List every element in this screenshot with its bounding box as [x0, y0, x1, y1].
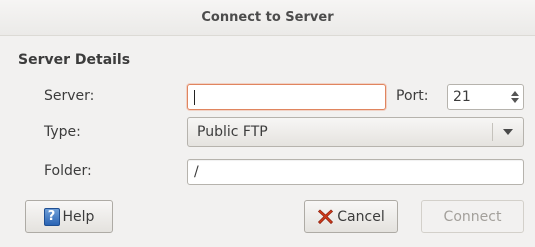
- cancel-icon: [318, 209, 334, 225]
- connect-button[interactable]: Connect: [421, 200, 524, 233]
- port-value: 21: [453, 89, 471, 105]
- title-bar[interactable]: Connect to Server: [0, 0, 535, 36]
- help-button-label: Help: [62, 208, 95, 225]
- spin-arrows[interactable]: [509, 88, 520, 106]
- folder-label: Folder:: [44, 163, 92, 179]
- cancel-button[interactable]: Cancel: [304, 200, 398, 233]
- type-dropdown[interactable]: Public FTP: [187, 117, 524, 147]
- cancel-button-label: Cancel: [337, 208, 385, 225]
- chevron-down-icon[interactable]: [510, 98, 519, 103]
- help-button[interactable]: ? Help: [25, 200, 113, 233]
- port-label: Port:: [396, 88, 429, 104]
- dropdown-separator: [492, 123, 493, 141]
- type-label: Type:: [44, 124, 81, 140]
- section-heading: Server Details: [18, 52, 131, 68]
- port-spinbutton[interactable]: 21: [447, 84, 524, 110]
- chevron-down-icon: [503, 129, 513, 135]
- type-selected-value: Public FTP: [197, 124, 268, 140]
- text-cursor: [194, 89, 195, 105]
- folder-input-value: /: [194, 164, 199, 180]
- folder-input[interactable]: /: [187, 159, 524, 185]
- connect-button-label: Connect: [443, 208, 502, 225]
- help-icon: ?: [43, 207, 60, 226]
- server-label: Server:: [44, 88, 95, 104]
- chevron-up-icon[interactable]: [510, 91, 519, 96]
- connect-to-server-dialog: Connect to Server Server Details Server:…: [0, 0, 535, 247]
- dialog-title: Connect to Server: [201, 10, 334, 25]
- server-input[interactable]: [187, 84, 386, 110]
